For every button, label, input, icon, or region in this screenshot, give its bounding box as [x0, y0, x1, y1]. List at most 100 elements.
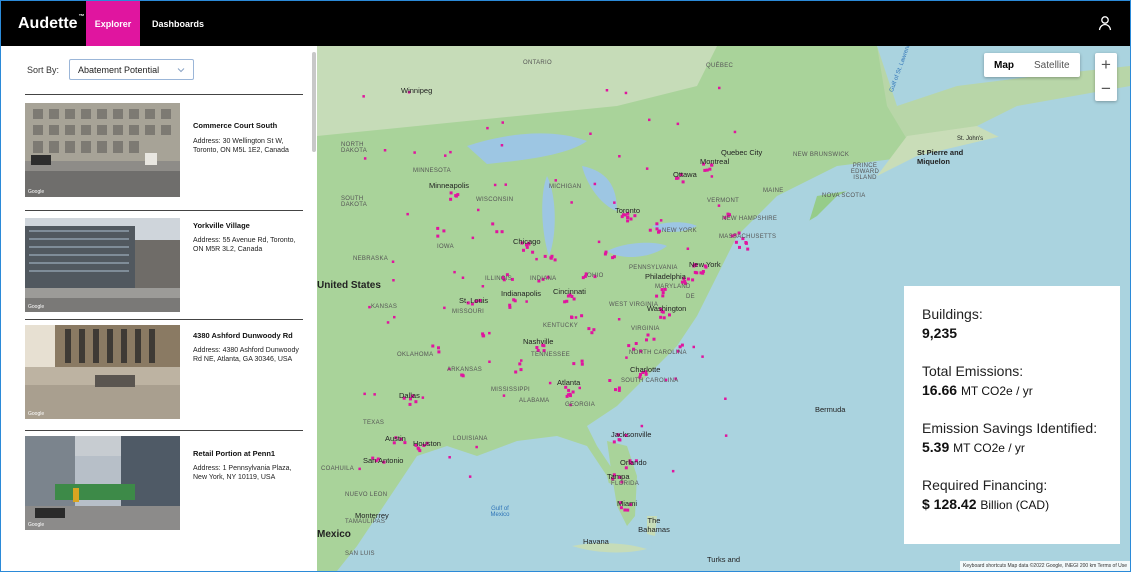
building-marker[interactable]: [578, 386, 582, 390]
building-marker[interactable]: [614, 388, 617, 392]
building-marker[interactable]: [626, 508, 630, 512]
building-marker[interactable]: [617, 318, 621, 321]
building-marker[interactable]: [567, 388, 571, 392]
building-marker[interactable]: [746, 247, 750, 251]
building-marker[interactable]: [437, 346, 440, 350]
building-marker[interactable]: [543, 254, 547, 258]
building-card[interactable]: Google Retail Portion at Penn1 Address: …: [25, 436, 305, 536]
building-marker[interactable]: [570, 316, 574, 319]
building-marker[interactable]: [520, 359, 523, 362]
zoom-out-button[interactable]: −: [1095, 77, 1117, 101]
building-marker[interactable]: [744, 241, 748, 244]
building-marker[interactable]: [460, 373, 464, 377]
building-marker[interactable]: [623, 508, 627, 512]
building-marker[interactable]: [519, 368, 523, 372]
building-marker[interactable]: [386, 321, 390, 324]
building-marker[interactable]: [535, 346, 539, 349]
building-marker[interactable]: [629, 217, 633, 221]
building-marker[interactable]: [491, 222, 495, 226]
building-marker[interactable]: [648, 228, 652, 232]
building-marker[interactable]: [701, 355, 704, 358]
building-marker[interactable]: [393, 315, 396, 319]
building-marker[interactable]: [734, 240, 738, 244]
building-card[interactable]: Google 4380 Ashford Dunwoody Rd Address:…: [25, 325, 305, 425]
building-marker[interactable]: [500, 230, 504, 234]
building-marker[interactable]: [495, 230, 499, 234]
building-marker[interactable]: [436, 234, 440, 238]
building-marker[interactable]: [565, 299, 569, 303]
building-marker[interactable]: [421, 396, 425, 399]
building-marker[interactable]: [668, 313, 671, 317]
building-marker[interactable]: [738, 245, 741, 249]
building-marker[interactable]: [593, 182, 597, 186]
building-marker[interactable]: [626, 219, 630, 223]
building-marker[interactable]: [535, 257, 538, 261]
building-marker[interactable]: [391, 260, 395, 264]
building-marker[interactable]: [686, 247, 690, 251]
building-marker[interactable]: [488, 360, 491, 364]
list-scrollbar[interactable]: [312, 52, 316, 152]
tab-dashboards[interactable]: Dashboards: [140, 1, 216, 46]
building-marker[interactable]: [392, 279, 395, 282]
building-marker[interactable]: [589, 132, 592, 136]
building-marker[interactable]: [718, 86, 721, 90]
map-type-satellite-button[interactable]: Satellite: [1024, 53, 1080, 77]
sort-select[interactable]: Abatement Potential: [69, 59, 195, 80]
building-marker[interactable]: [481, 285, 485, 288]
building-marker[interactable]: [671, 469, 675, 473]
building-marker[interactable]: [442, 229, 446, 233]
building-marker[interactable]: [449, 191, 453, 195]
building-marker[interactable]: [717, 204, 721, 207]
building-marker[interactable]: [676, 122, 680, 126]
building-marker[interactable]: [574, 316, 578, 319]
building-marker[interactable]: [481, 334, 485, 338]
building-marker[interactable]: [486, 126, 489, 130]
building-marker[interactable]: [477, 208, 480, 212]
building-marker[interactable]: [652, 337, 656, 341]
building-marker[interactable]: [590, 331, 594, 335]
building-marker[interactable]: [678, 345, 682, 349]
building-marker[interactable]: [418, 449, 422, 453]
building-marker[interactable]: [661, 291, 665, 295]
building-marker[interactable]: [681, 180, 685, 184]
building-marker[interactable]: [514, 370, 518, 374]
building-marker[interactable]: [618, 155, 621, 158]
building-marker[interactable]: [500, 144, 504, 147]
building-marker[interactable]: [597, 240, 601, 244]
building-marker[interactable]: [699, 271, 703, 275]
building-marker[interactable]: [413, 151, 416, 154]
building-marker[interactable]: [570, 201, 573, 204]
building-marker[interactable]: [605, 89, 609, 92]
building-marker[interactable]: [724, 397, 727, 401]
building-marker[interactable]: [383, 149, 387, 152]
building-marker[interactable]: [468, 475, 472, 478]
building-marker[interactable]: [587, 327, 591, 331]
building-marker[interactable]: [655, 294, 659, 298]
building-marker[interactable]: [686, 277, 690, 281]
building-marker[interactable]: [363, 157, 367, 160]
building-marker[interactable]: [550, 254, 554, 258]
building-marker[interactable]: [414, 400, 418, 404]
building-marker[interactable]: [724, 434, 728, 437]
building-marker[interactable]: [580, 314, 584, 318]
building-marker[interactable]: [710, 175, 714, 178]
building-marker[interactable]: [449, 150, 452, 154]
building-marker[interactable]: [708, 167, 712, 171]
building-marker[interactable]: [581, 276, 585, 280]
building-marker[interactable]: [493, 183, 497, 187]
building-marker[interactable]: [612, 440, 616, 444]
building-marker[interactable]: [580, 362, 584, 366]
building-marker[interactable]: [363, 392, 366, 396]
map-attribution[interactable]: Keyboard shortcuts Map data ©2022 Google…: [960, 561, 1130, 571]
building-marker[interactable]: [592, 328, 596, 332]
building-card[interactable]: Google Commerce Court South Address: 30 …: [25, 103, 305, 203]
building-marker[interactable]: [531, 250, 535, 254]
building-marker[interactable]: [436, 226, 440, 230]
building-marker[interactable]: [444, 154, 447, 157]
building-marker[interactable]: [525, 245, 529, 249]
building-marker[interactable]: [634, 342, 638, 345]
building-marker[interactable]: [608, 379, 612, 382]
building-card[interactable]: Google Yorkville Village Address: 55 Ave…: [25, 218, 305, 318]
building-marker[interactable]: [691, 278, 695, 282]
building-marker[interactable]: [640, 424, 644, 428]
